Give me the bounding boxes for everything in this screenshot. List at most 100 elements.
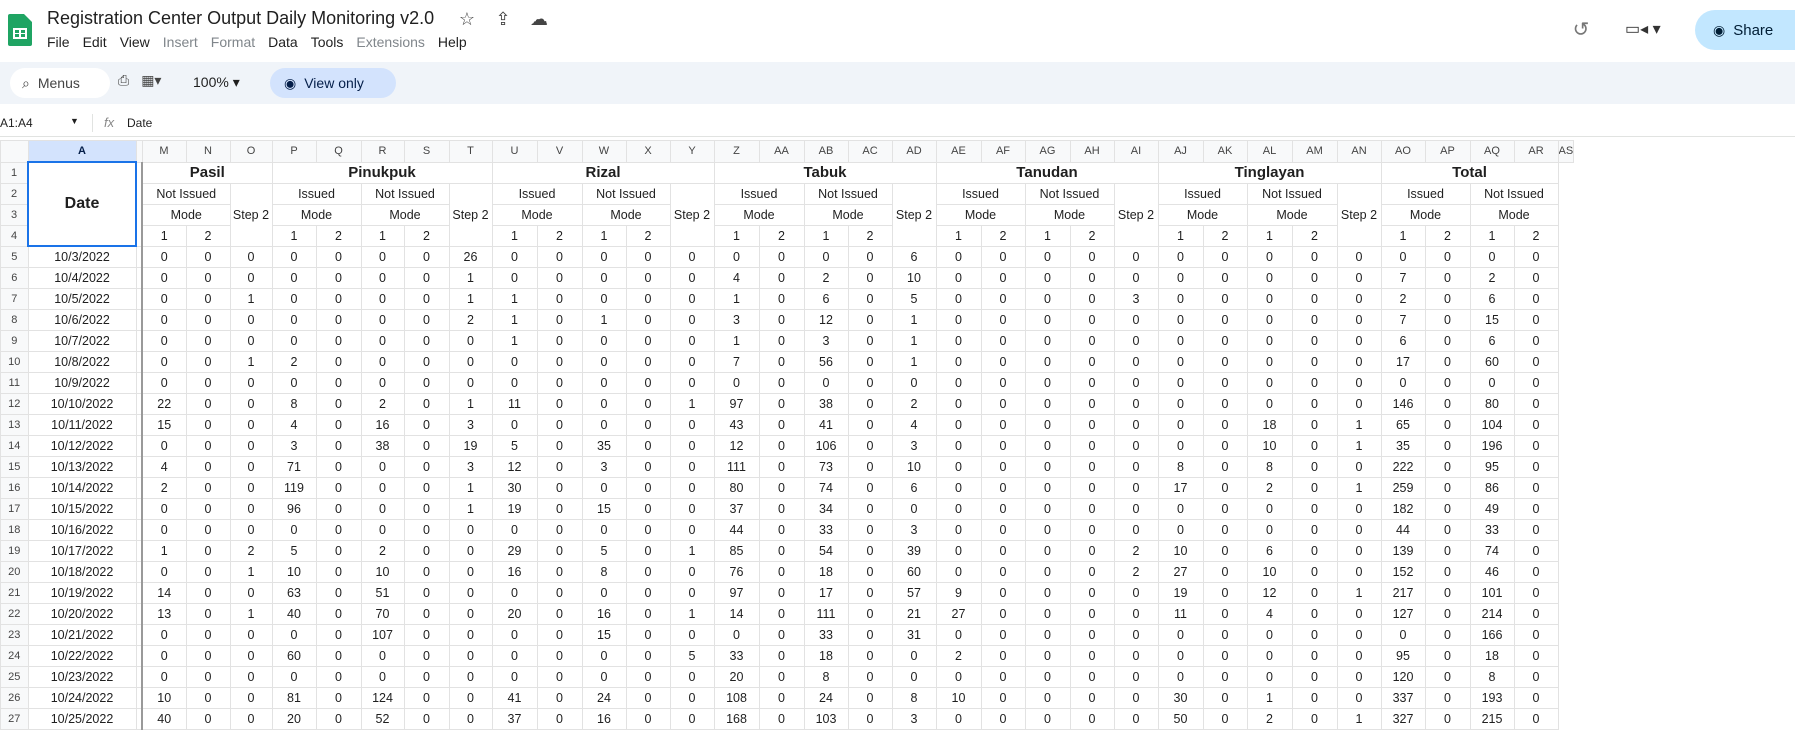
value-cell[interactable]: 0 [625, 267, 671, 289]
date-cell[interactable]: 10/21/2022 [27, 624, 137, 646]
value-cell[interactable]: 0 [491, 624, 538, 646]
value-cell[interactable]: 0 [1069, 603, 1115, 625]
row-header[interactable]: 2 [0, 182, 29, 205]
value-cell[interactable]: 0 [491, 372, 538, 394]
value-cell[interactable]: 74 [1469, 540, 1515, 562]
value-cell[interactable]: 104 [1469, 414, 1515, 436]
value-cell[interactable]: 0 [315, 477, 362, 499]
value-cell[interactable]: 0 [713, 245, 760, 268]
column-header[interactable]: Z [713, 140, 760, 163]
value-cell[interactable]: 0 [271, 372, 317, 394]
value-cell[interactable]: 10 [935, 687, 982, 709]
value-cell[interactable]: 1 [891, 330, 937, 352]
value-cell[interactable]: 0 [448, 372, 493, 394]
value-cell[interactable]: 0 [448, 330, 493, 352]
value-cell[interactable]: 0 [315, 414, 362, 436]
value-cell[interactable]: 8 [1469, 666, 1515, 688]
value-cell[interactable]: 6 [803, 288, 849, 310]
value-cell[interactable]: 0 [1202, 582, 1248, 604]
value-cell[interactable]: 0 [536, 351, 583, 373]
column-header[interactable]: N [185, 140, 231, 163]
value-cell[interactable]: 0 [758, 687, 805, 709]
value-cell[interactable]: 22 [141, 393, 187, 415]
value-cell[interactable]: 0 [935, 267, 982, 289]
value-cell[interactable]: 0 [229, 267, 273, 289]
value-cell[interactable]: 30 [1157, 687, 1204, 709]
value-cell[interactable]: 0 [185, 582, 231, 604]
value-cell[interactable]: 0 [536, 372, 583, 394]
mode-header[interactable]: Mode [271, 203, 362, 226]
value-cell[interactable]: 0 [1069, 561, 1115, 583]
value-cell[interactable]: 0 [847, 666, 893, 688]
value-cell[interactable]: 0 [1202, 645, 1248, 667]
value-cell[interactable]: 1 [713, 288, 760, 310]
value-cell[interactable]: 86 [1469, 477, 1515, 499]
value-cell[interactable]: 0 [1291, 309, 1338, 331]
date-header-cell[interactable]: Date [27, 161, 137, 247]
value-cell[interactable]: 0 [360, 288, 405, 310]
value-cell[interactable]: 0 [141, 561, 187, 583]
value-cell[interactable]: 4 [1246, 603, 1293, 625]
value-cell[interactable]: 74 [803, 477, 849, 499]
value-cell[interactable]: 0 [847, 498, 893, 520]
value-cell[interactable]: 0 [403, 309, 450, 331]
issued-header[interactable]: Issued [491, 182, 583, 205]
value-cell[interactable]: 0 [1113, 687, 1159, 709]
value-cell[interactable]: 0 [536, 288, 583, 310]
value-cell[interactable]: 0 [758, 561, 805, 583]
date-cell[interactable]: 10/14/2022 [27, 477, 137, 499]
value-cell[interactable]: 0 [185, 477, 231, 499]
value-cell[interactable]: 0 [847, 456, 893, 478]
value-cell[interactable]: 0 [1202, 624, 1248, 646]
value-cell[interactable]: 0 [1113, 267, 1159, 289]
value-cell[interactable]: 0 [403, 351, 450, 373]
value-cell[interactable]: 1 [713, 330, 760, 352]
value-cell[interactable]: 0 [669, 267, 715, 289]
value-cell[interactable]: 16 [581, 603, 627, 625]
value-cell[interactable]: 0 [229, 687, 273, 709]
value-cell[interactable]: 0 [403, 414, 450, 436]
value-cell[interactable]: 0 [1513, 645, 1559, 667]
column-header[interactable]: AJ [1157, 140, 1204, 163]
column-header[interactable]: AM [1291, 140, 1338, 163]
value-cell[interactable]: 6 [1469, 330, 1515, 352]
row-header[interactable]: 4 [0, 224, 29, 247]
mode-1-header[interactable]: 1 [581, 224, 627, 247]
value-cell[interactable]: 0 [185, 393, 231, 415]
value-cell[interactable]: 0 [1246, 309, 1293, 331]
value-cell[interactable]: 10 [141, 687, 187, 709]
value-cell[interactable]: 0 [536, 519, 583, 541]
value-cell[interactable]: 0 [803, 245, 849, 268]
value-cell[interactable]: 0 [669, 351, 715, 373]
value-cell[interactable]: 0 [669, 372, 715, 394]
value-cell[interactable]: 0 [229, 645, 273, 667]
value-cell[interactable]: 0 [185, 456, 231, 478]
value-cell[interactable]: 0 [536, 393, 583, 415]
value-cell[interactable]: 0 [403, 330, 450, 352]
value-cell[interactable]: 0 [935, 435, 982, 457]
mode-2-header[interactable]: 2 [625, 224, 671, 247]
value-cell[interactable]: 0 [1424, 414, 1471, 436]
menu-file[interactable]: File [47, 34, 77, 50]
value-cell[interactable]: 0 [625, 708, 671, 730]
value-cell[interactable]: 1 [669, 540, 715, 562]
value-cell[interactable]: 0 [847, 624, 893, 646]
column-header[interactable]: AH [1069, 140, 1115, 163]
date-cell[interactable]: 10/19/2022 [27, 582, 137, 604]
value-cell[interactable]: 0 [403, 540, 450, 562]
value-cell[interactable]: 111 [803, 603, 849, 625]
value-cell[interactable]: 0 [536, 267, 583, 289]
value-cell[interactable]: 0 [491, 666, 538, 688]
value-cell[interactable]: 0 [1424, 561, 1471, 583]
value-cell[interactable]: 6 [1246, 540, 1293, 562]
share-button[interactable]: ◉ Share [1695, 10, 1795, 50]
value-cell[interactable]: 0 [360, 309, 405, 331]
value-cell[interactable]: 97 [713, 582, 760, 604]
value-cell[interactable]: 0 [448, 624, 493, 646]
value-cell[interactable]: 0 [141, 666, 187, 688]
column-header[interactable]: M [141, 140, 187, 163]
value-cell[interactable]: 0 [935, 372, 982, 394]
value-cell[interactable]: 0 [403, 582, 450, 604]
value-cell[interactable]: 0 [1424, 288, 1471, 310]
value-cell[interactable]: 0 [1024, 414, 1071, 436]
